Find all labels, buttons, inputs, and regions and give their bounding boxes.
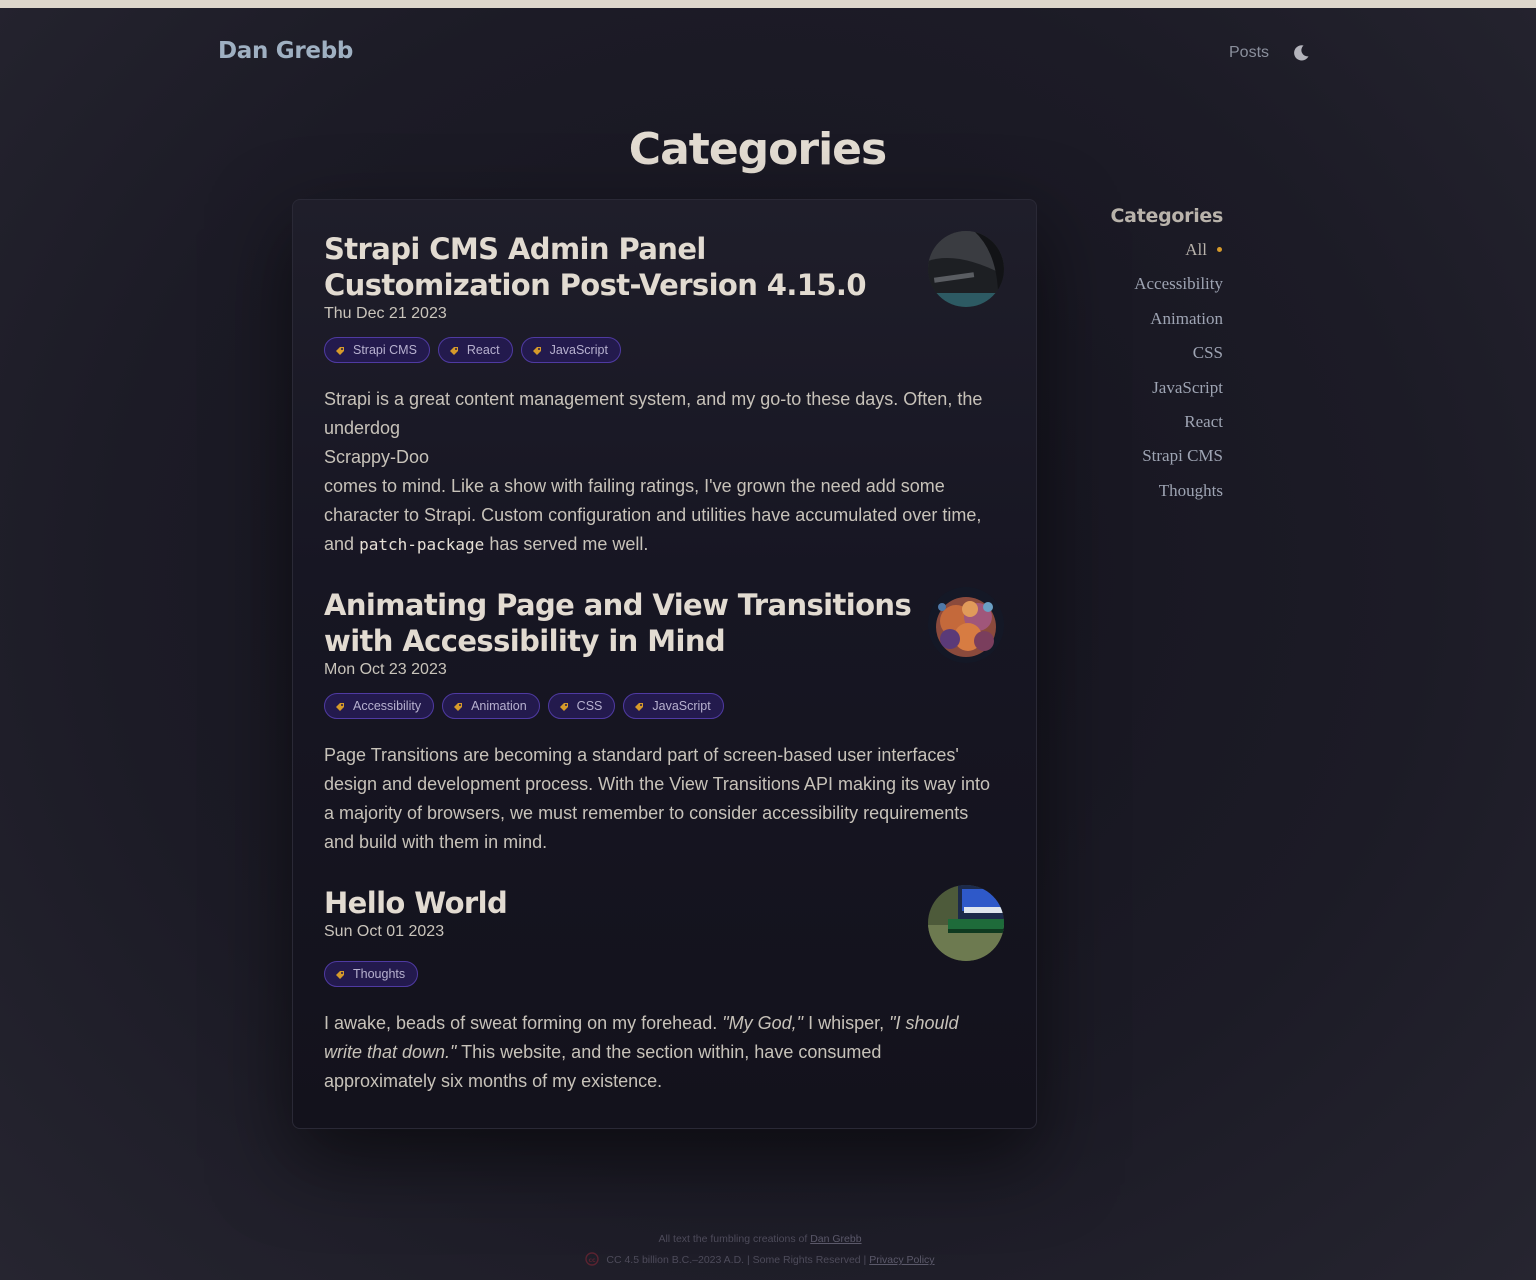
excerpt-text: Scrappy-Doo: [324, 447, 430, 467]
tag-icon: [453, 701, 463, 711]
page-title: Categories: [628, 124, 887, 175]
sidebar-item-strapi-cms[interactable]: Strapi CMS: [1080, 444, 1223, 478]
top-accent-strip: [0, 0, 1536, 8]
tag-icon: [335, 345, 345, 355]
excerpt-text: I awake, beads of sweat forming on my fo…: [324, 1013, 718, 1033]
post-tags: Accessibility Animation CSS JavaScript: [324, 693, 1004, 719]
tag-icon: [559, 701, 569, 711]
tag-label: Strapi CMS: [353, 343, 417, 357]
excerpt-emphasis: "My God,": [722, 1013, 804, 1033]
tag-chip[interactable]: Strapi CMS: [324, 337, 430, 363]
post-date: Thu Dec 21 2023: [324, 305, 447, 322]
post-title-link[interactable]: Strapi CMS Admin Panel Customization Pos…: [324, 231, 924, 303]
post-excerpt: I awake, beads of sweat forming on my fo…: [324, 1009, 994, 1096]
sidebar-item-accessibility[interactable]: Accessibility: [1080, 272, 1223, 306]
sidebar-item-animation[interactable]: Animation: [1080, 307, 1223, 341]
creative-commons-icon: cc: [585, 1252, 600, 1266]
footer-author-link[interactable]: Dan Grebb: [810, 1233, 861, 1245]
tag-icon: [449, 345, 459, 355]
excerpt-text: I whisper,: [808, 1013, 885, 1033]
post-date: Mon Oct 23 2023: [324, 661, 447, 678]
tag-chip[interactable]: JavaScript: [623, 693, 724, 719]
post-title-link[interactable]: Animating Page and View Transitions with…: [324, 587, 924, 659]
tag-chip[interactable]: Accessibility: [324, 693, 435, 719]
post-tags: Thoughts: [324, 961, 1004, 987]
excerpt-code: patch-package: [359, 535, 485, 554]
sidebar-item-javascript[interactable]: JavaScript: [1080, 376, 1223, 410]
excerpt-text: has served me well.: [489, 534, 649, 554]
excerpt-text: Strapi is a great content management sys…: [324, 389, 983, 438]
tag-label: Accessibility: [353, 699, 422, 713]
tag-icon: [532, 345, 542, 355]
post-thumbnail[interactable]: [928, 587, 1004, 663]
post-item: Strapi CMS Admin Panel Customization Pos…: [324, 231, 1004, 559]
tag-label: CSS: [576, 699, 603, 713]
tag-icon: [335, 701, 345, 711]
sidebar-title: Categories: [1110, 205, 1224, 227]
site-brand-link[interactable]: Dan Grebb: [218, 38, 353, 64]
tag-icon: [634, 701, 644, 711]
moon-icon[interactable]: [1292, 44, 1310, 62]
post-item: Animating Page and View Transitions with…: [324, 587, 1004, 857]
footer-credit-text: All text the fumbling creations of: [658, 1233, 808, 1245]
tag-chip[interactable]: CSS: [547, 693, 616, 719]
svg-text:cc: cc: [589, 1257, 597, 1264]
tag-label: JavaScript: [652, 699, 711, 713]
tag-chip[interactable]: JavaScript: [520, 337, 621, 363]
tag-label: Animation: [471, 699, 527, 713]
tag-icon: [335, 969, 345, 979]
post-excerpt: Page Transitions are becoming a standard…: [324, 745, 991, 852]
sidebar-item-thoughts[interactable]: Thoughts: [1080, 479, 1223, 513]
post-thumbnail[interactable]: [928, 885, 1004, 961]
privacy-policy-link[interactable]: Privacy Policy: [869, 1254, 934, 1266]
tag-label: JavaScript: [549, 343, 608, 357]
post-item: Hello World Sun Oct 01 2023 Thoughts I a…: [324, 885, 1004, 1096]
post-tags: Strapi CMS React JavaScript: [324, 337, 1004, 363]
tag-label: Thoughts: [353, 967, 406, 981]
sidebar-item-css[interactable]: CSS: [1080, 341, 1223, 375]
sidebar-item-react[interactable]: React: [1080, 410, 1223, 444]
tag-chip[interactable]: Thoughts: [324, 961, 419, 987]
post-date: Sun Oct 01 2023: [324, 923, 445, 940]
category-list: All Accessibility Animation CSS JavaScript Re…: [1080, 238, 1223, 513]
post-excerpt: Strapi is a great content management sys…: [324, 385, 994, 559]
footer-license-text: CC 4.5 billion B.C.–2023 A.D. | Some Rig…: [606, 1254, 867, 1266]
post-title-link[interactable]: Hello World: [324, 885, 924, 921]
sidebar-item-all[interactable]: All: [1080, 238, 1223, 272]
tag-chip[interactable]: Animation: [442, 693, 540, 719]
tag-chip[interactable]: React: [437, 337, 513, 363]
post-thumbnail[interactable]: [928, 231, 1004, 307]
footer-license: cc CC 4.5 billion B.C.–2023 A.D. | Some …: [0, 1252, 1520, 1266]
tag-label: React: [466, 343, 500, 357]
footer-credit: All text the fumbling creations of Dan G…: [0, 1233, 1520, 1245]
nav-posts-link[interactable]: Posts: [1229, 44, 1269, 62]
